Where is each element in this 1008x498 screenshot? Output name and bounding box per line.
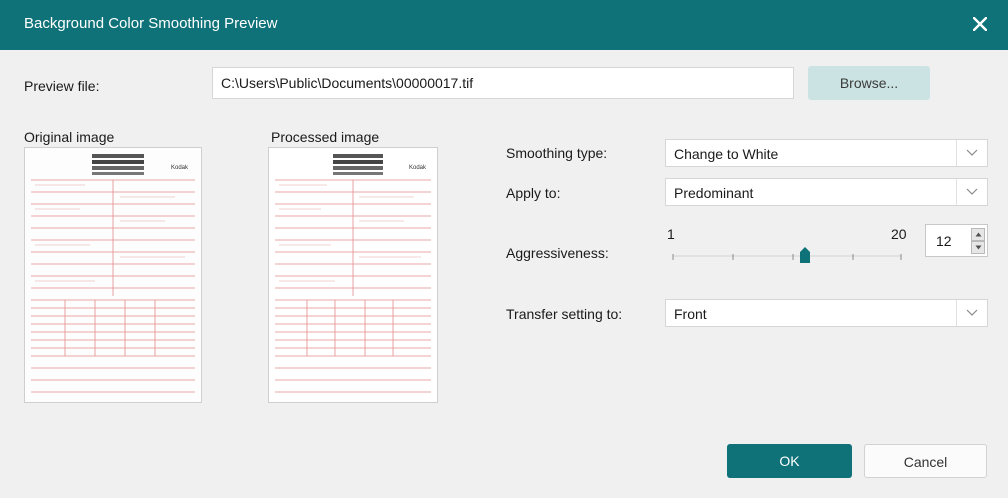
smoothing-type-label: Smoothing type: — [506, 145, 608, 161]
ok-button[interactable]: OK — [727, 444, 852, 478]
aggressiveness-min-label: 1 — [667, 226, 675, 242]
processed-logo-text: Kodak — [409, 165, 427, 171]
apply-to-select[interactable]: Predominant — [665, 178, 988, 206]
aggressiveness-label: Aggressiveness: — [506, 245, 609, 261]
original-image-preview: Kodak — [24, 147, 202, 403]
original-logo-text: Kodak — [171, 165, 189, 171]
chevron-down-icon — [956, 300, 987, 326]
chevron-down-icon — [956, 179, 987, 205]
processed-form-image: Kodak — [269, 148, 437, 402]
title-bar: Background Color Smoothing Preview — [0, 0, 1008, 50]
aggressiveness-spinbox[interactable]: 12 — [925, 224, 988, 257]
cancel-button[interactable]: Cancel — [864, 444, 987, 478]
original-form-image: Kodak — [25, 148, 201, 402]
spin-up-icon — [975, 232, 981, 237]
preview-file-label: Preview file: — [24, 78, 100, 94]
chevron-down-icon — [956, 140, 987, 166]
aggressiveness-max-label: 20 — [891, 226, 907, 242]
slider-thumb[interactable] — [800, 247, 810, 263]
apply-to-label: Apply to: — [506, 185, 561, 201]
spin-up-button[interactable] — [971, 228, 985, 241]
transfer-setting-label: Transfer setting to: — [506, 306, 623, 322]
smoothing-type-value: Change to White — [674, 146, 779, 162]
dialog-title: Background Color Smoothing Preview — [24, 15, 278, 32]
aggressiveness-slider[interactable] — [667, 244, 907, 264]
close-icon — [973, 17, 987, 31]
transfer-setting-select[interactable]: Front — [665, 299, 988, 327]
original-image-label: Original image — [24, 129, 115, 145]
apply-to-value: Predominant — [674, 185, 754, 201]
spin-down-button[interactable] — [971, 241, 985, 254]
processed-image-label: Processed image — [271, 129, 380, 145]
spin-down-icon — [975, 245, 981, 250]
transfer-setting-value: Front — [674, 306, 707, 322]
aggressiveness-value: 12 — [936, 233, 952, 249]
preview-file-field[interactable]: C:\Users\Public\Documents\00000017.tif — [212, 67, 794, 99]
close-button[interactable] — [966, 10, 994, 38]
smoothing-type-select[interactable]: Change to White — [665, 139, 988, 167]
browse-button[interactable]: Browse... — [808, 66, 930, 100]
processed-image-preview: Kodak — [268, 147, 438, 403]
